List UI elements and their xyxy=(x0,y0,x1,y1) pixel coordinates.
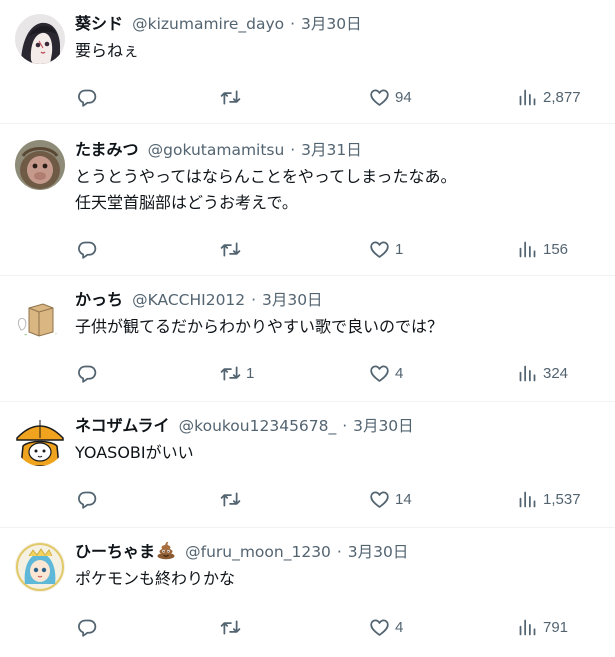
reply-icon xyxy=(78,619,97,637)
display-name[interactable]: たまみつ xyxy=(75,140,139,159)
heart-icon xyxy=(370,365,389,382)
retweet-button[interactable] xyxy=(220,85,246,109)
display-name[interactable]: ネコザムライ xyxy=(75,416,170,435)
tweet[interactable]: たまみつ @gokutamamitsu · 3月31日 とうとうやってはならんこ… xyxy=(0,124,615,276)
separator-dot: · xyxy=(290,141,296,159)
like-count: 14 xyxy=(395,490,412,508)
retweet-icon xyxy=(220,620,241,634)
action-bar: 1 156 xyxy=(75,237,615,261)
heart-icon xyxy=(370,241,389,258)
views-button[interactable]: 324 xyxy=(517,361,568,385)
retweet-button[interactable] xyxy=(220,487,246,511)
action-bar: 94 2,877 xyxy=(75,85,615,109)
tweet-date[interactable]: 3月30日 xyxy=(348,543,409,561)
reply-icon xyxy=(78,491,97,509)
avatar[interactable] xyxy=(15,542,65,592)
display-name[interactable]: かっち xyxy=(75,290,123,309)
like-button[interactable]: 4 xyxy=(369,361,403,385)
like-count: 4 xyxy=(395,618,404,636)
heart-icon xyxy=(370,491,389,508)
like-count: 4 xyxy=(395,364,404,382)
action-bar: 1 4 324 xyxy=(75,361,615,385)
retweet-icon xyxy=(220,90,241,104)
tweet-date[interactable]: 3月30日 xyxy=(262,291,323,309)
separator-dot: · xyxy=(336,543,342,561)
avatar[interactable] xyxy=(15,140,65,190)
reply-button[interactable] xyxy=(77,615,103,639)
retweet-button[interactable]: 1 xyxy=(220,361,254,385)
tweet-text: とうとうやってはならんことをやってしまったなあ。 任天堂首脳部はどうお考えで。 xyxy=(75,164,601,216)
views-button[interactable]: 791 xyxy=(517,615,568,639)
tweet-text-line: YOASOBIがいい xyxy=(75,443,194,462)
separator-dot: · xyxy=(290,15,296,33)
reply-feed: 葵シド @kizumamire_dayo · 3月30日 要らねぇ 94 2,8… xyxy=(0,0,615,657)
reply-button[interactable] xyxy=(77,361,103,385)
retweet-button[interactable] xyxy=(220,237,246,261)
view-count: 2,877 xyxy=(543,88,581,106)
views-chart-icon xyxy=(519,619,536,635)
tweet-text-line: 任天堂首脳部はどうお考えで。 xyxy=(75,193,298,212)
retweet-count: 1 xyxy=(246,364,255,382)
reply-icon xyxy=(78,365,97,383)
reply-icon xyxy=(78,89,97,107)
avatar[interactable] xyxy=(15,416,65,466)
view-count: 791 xyxy=(543,618,569,636)
view-count: 324 xyxy=(543,364,569,382)
user-handle[interactable]: @koukou12345678_ xyxy=(179,417,337,435)
poop-emoji-icon xyxy=(157,541,175,560)
separator-dot: · xyxy=(251,291,257,309)
like-count: 94 xyxy=(395,88,412,106)
reply-icon xyxy=(78,241,97,259)
tweet-date[interactable]: 3月31日 xyxy=(301,141,362,159)
tweet-text-line: 要らねぇ xyxy=(75,41,140,60)
views-chart-icon xyxy=(519,365,536,381)
views-chart-icon xyxy=(519,89,536,105)
like-count: 1 xyxy=(395,240,404,258)
retweet-icon xyxy=(220,242,241,256)
reply-button[interactable] xyxy=(77,237,103,261)
like-button[interactable]: 94 xyxy=(369,85,412,109)
tweet-text: YOASOBIがいい xyxy=(75,440,601,466)
views-chart-icon xyxy=(519,491,536,507)
tweet-text-line: ポケモンも終わりかな xyxy=(75,569,236,588)
heart-icon xyxy=(370,619,389,636)
separator-dot: · xyxy=(342,417,348,435)
views-button[interactable]: 1,537 xyxy=(517,487,581,511)
heart-icon xyxy=(370,89,389,106)
avatar[interactable] xyxy=(15,14,65,64)
view-count: 156 xyxy=(543,240,569,258)
view-count: 1,537 xyxy=(543,490,581,508)
user-handle[interactable]: @furu_moon_1230 xyxy=(185,543,331,561)
retweet-icon xyxy=(220,366,241,380)
tweet[interactable]: 葵シド @kizumamire_dayo · 3月30日 要らねぇ 94 2,8… xyxy=(0,0,615,124)
tweet[interactable]: ひーちゃま @furu_moon_1230 · 3月30日 ポケモンも終わりかな… xyxy=(0,528,615,657)
reply-button[interactable] xyxy=(77,487,103,511)
action-bar: 4 791 xyxy=(75,615,615,639)
retweet-icon xyxy=(220,492,241,506)
user-handle[interactable]: @KACCHI2012 xyxy=(132,291,245,309)
tweet-text: 要らねぇ xyxy=(75,38,601,64)
tweet[interactable]: ネコザムライ @koukou12345678_ · 3月30日 YOASOBIが… xyxy=(0,402,615,528)
views-chart-icon xyxy=(519,241,536,257)
tweet-text-line: とうとうやってはならんことをやってしまったなあ。 xyxy=(75,167,457,186)
views-button[interactable]: 156 xyxy=(517,237,568,261)
tweet-date[interactable]: 3月30日 xyxy=(353,417,414,435)
reply-button[interactable] xyxy=(77,85,103,109)
tweet-text: 子供が観てるだからわかりやすい歌で良いのでは？ xyxy=(75,314,601,340)
retweet-button[interactable] xyxy=(220,615,246,639)
like-button[interactable]: 14 xyxy=(369,487,412,511)
like-button[interactable]: 1 xyxy=(369,237,403,261)
views-button[interactable]: 2,877 xyxy=(517,85,581,109)
user-handle[interactable]: @kizumamire_dayo xyxy=(132,15,284,33)
display-name[interactable]: ひーちゃま xyxy=(75,542,155,561)
like-button[interactable]: 4 xyxy=(369,615,403,639)
action-bar: 14 1,537 xyxy=(75,487,615,511)
user-handle[interactable]: @gokutamamitsu xyxy=(148,141,285,159)
avatar[interactable] xyxy=(15,290,65,340)
tweet-text-line: 子供が観てるだからわかりやすい歌で良いのでは？ xyxy=(75,317,444,336)
tweet-date[interactable]: 3月30日 xyxy=(301,15,362,33)
display-name[interactable]: 葵シド xyxy=(75,14,123,33)
tweet-text: ポケモンも終わりかな xyxy=(75,566,601,592)
tweet[interactable]: かっち @KACCHI2012 · 3月30日 子供が観てるだからわかりやすい歌… xyxy=(0,276,615,402)
